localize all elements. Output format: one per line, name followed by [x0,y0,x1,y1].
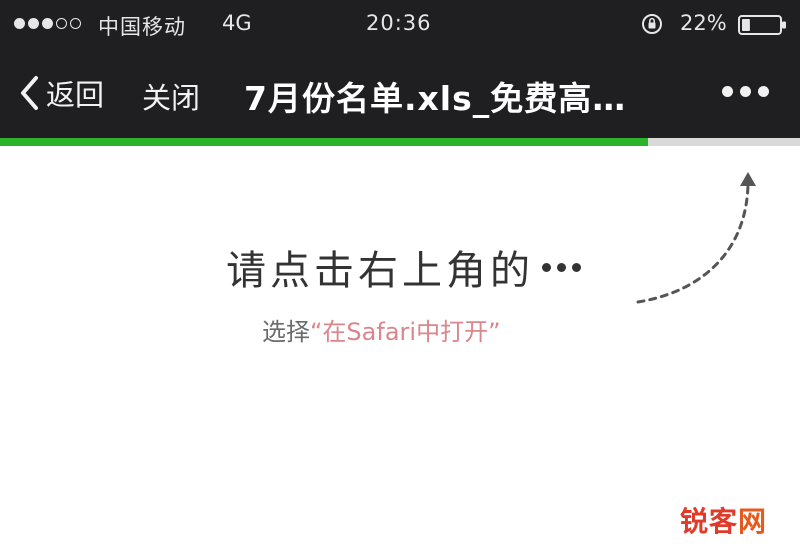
subtext-prefix: 选择 [262,318,310,346]
curved-arrow-icon [636,172,756,304]
back-label: 返回 [46,78,105,112]
page-content: 请点击右上角的 选择“在Safari中打开” [0,146,800,550]
carrier-name: 中国移动 [98,15,186,39]
network-type: 4G [222,11,252,35]
close-button[interactable]: 关闭 [142,75,200,117]
back-button[interactable]: 返回 [18,72,104,114]
page-title: 7月份名单.xls_免费高… [244,79,627,118]
chevron-left-icon [21,76,38,110]
battery-icon [738,15,786,35]
wechat-browser-screen: 中国移动 4G 20:36 22% 返回 关闭 7月份名单.xls_免费高… 请… [0,0,800,550]
signal-strength-icon [14,18,81,29]
watermark-text-b: 网 [738,505,768,538]
battery-percent: 22% [680,11,727,35]
status-time: 20:36 [366,11,432,35]
watermark-text-a: 锐客 [680,505,739,538]
open-hint-heading: 请点击右上角的 [226,238,581,296]
progress-fill [0,138,648,146]
open-hint-subtext: 选择“在Safari中打开” [262,312,501,347]
open-hint-text: 请点击右上角的 [226,248,534,294]
more-dots-icon [542,262,581,272]
rotation-lock-icon [642,14,662,34]
open-in-safari-text: “在Safari中打开” [310,318,501,346]
navigation-bar: 返回 关闭 7月份名单.xls_免费高… [0,58,800,134]
watermark-logo: 锐客网 [680,500,767,540]
page-load-progress [0,138,800,146]
more-icon[interactable] [722,86,769,97]
status-bar: 中国移动 4G 20:36 22% [0,0,800,50]
